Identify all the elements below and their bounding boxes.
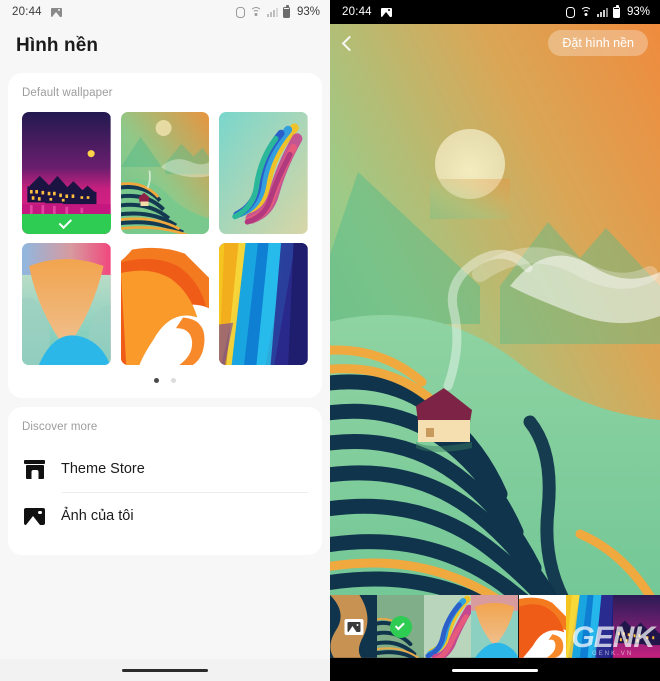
wallpaper-thumb-orange-waves[interactable]: [120, 243, 210, 365]
alarm-icon: [565, 6, 575, 18]
wallpaper-selected-bar: [22, 214, 111, 234]
discover-item-label: Theme Store: [61, 461, 145, 477]
gallery-icon: [50, 7, 62, 17]
wallpaper-preview-screen: 20:44 93% Đặt hình nền GENK GENK.VN: [330, 0, 660, 681]
wallpaper-grid: [22, 112, 308, 365]
wallpaper-thumb-night-village[interactable]: [22, 112, 111, 234]
status-bar-light: 20:44 93%: [0, 0, 330, 24]
wallpaper-thumb-terraced-fields[interactable]: [120, 112, 210, 234]
status-bar-time: 20:44: [342, 6, 372, 18]
wifi-icon: [579, 7, 592, 17]
status-bar-left-icons: [50, 7, 62, 17]
discover-item-my-photos[interactable]: Ảnh của tôi: [22, 493, 308, 539]
battery-icon: [612, 4, 620, 18]
filmstrip-item-orange-fan-gradient[interactable]: [471, 595, 519, 659]
battery-percentage: 93%: [296, 6, 320, 18]
wallpaper-pagination: [22, 365, 308, 398]
status-bar-dark: 20:44 93%: [330, 0, 660, 24]
photo-icon: [24, 507, 45, 525]
filmstrip-item-terraced-fields[interactable]: [377, 595, 425, 659]
pagination-dot-2[interactable]: [171, 378, 176, 383]
filmstrip-item-blue-yellow-streaks[interactable]: [565, 595, 613, 659]
status-bar-time: 20:44: [12, 6, 42, 18]
home-indicator-area-dark: [330, 659, 660, 681]
discover-item-theme-store[interactable]: Theme Store: [22, 446, 308, 492]
battery-percentage: 93%: [626, 6, 650, 18]
status-bar-left-icons: [380, 7, 392, 17]
home-indicator[interactable]: [452, 668, 538, 672]
filmstrip-item-my-photos[interactable]: [330, 595, 378, 659]
signal-icon: [266, 7, 278, 17]
signal-icon: [596, 7, 608, 17]
pagination-dot-1[interactable]: [154, 378, 159, 383]
status-bar-right-icons: 93%: [235, 4, 320, 18]
home-indicator-area-light: [0, 659, 330, 681]
home-indicator[interactable]: [122, 668, 208, 672]
default-wallpaper-label: Default wallpaper: [22, 87, 113, 99]
gallery-icon: [344, 619, 364, 635]
wallpaper-thumb-blue-yellow-streaks[interactable]: [219, 243, 308, 365]
store-icon: [24, 459, 45, 479]
wallpaper-list-screen: 20:44 93% Hình nền Default wallpaper Dis…: [0, 0, 330, 681]
preview-top-bar: Đặt hình nền: [330, 24, 660, 62]
battery-icon: [282, 4, 290, 18]
check-icon: [58, 215, 73, 229]
gallery-icon: [380, 7, 392, 17]
filmstrip-selected-check: [389, 616, 412, 638]
wallpaper-filmstrip: [330, 595, 660, 659]
status-bar-right-icons: 93%: [565, 4, 650, 18]
filmstrip-item-orange-waves[interactable]: [518, 595, 566, 659]
discover-more-label: Discover more: [22, 421, 98, 433]
filmstrip-item-night-village[interactable]: [612, 595, 660, 659]
page-title: Hình nền: [16, 35, 99, 56]
discover-more-card: Discover more Theme Store Ảnh của tôi: [8, 407, 322, 555]
discover-item-label: Ảnh của tôi: [61, 508, 134, 524]
wallpaper-preview-image[interactable]: [330, 24, 660, 681]
default-wallpaper-card: Default wallpaper: [8, 73, 322, 398]
screenshot-root: 20:44 93% Hình nền Default wallpaper Dis…: [0, 0, 660, 681]
wallpaper-thumb-orange-fan-gradient[interactable]: [22, 243, 111, 365]
set-wallpaper-button[interactable]: Đặt hình nền: [548, 30, 648, 56]
wallpaper-thumb-color-swoosh[interactable]: [219, 112, 308, 234]
alarm-icon: [235, 6, 245, 18]
check-icon: [395, 619, 405, 630]
filmstrip-item-color-swoosh[interactable]: [424, 595, 472, 659]
wifi-icon: [249, 7, 262, 17]
back-chevron-icon[interactable]: [341, 35, 358, 51]
